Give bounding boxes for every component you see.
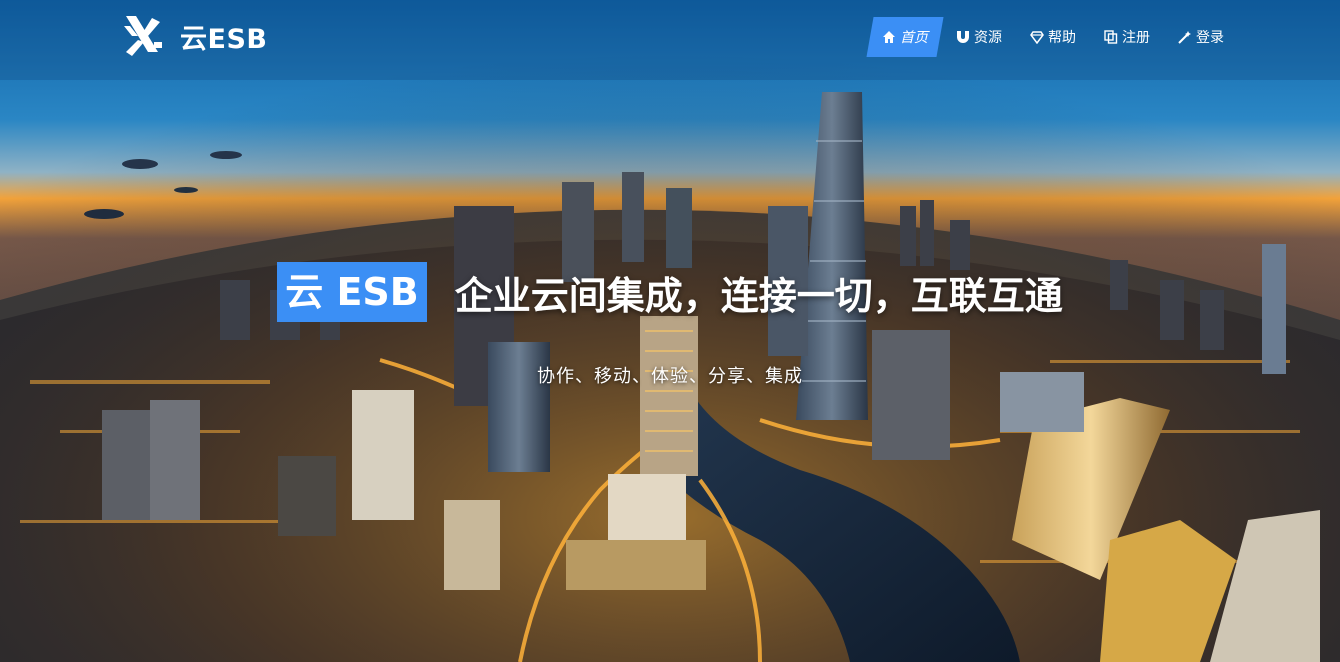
hero-badge: 云 ESB bbox=[277, 262, 427, 322]
hero-headline: 云 ESB 企业云间集成，连接一切，互联互通 bbox=[277, 262, 1063, 322]
nav-item-help[interactable]: 帮助 bbox=[1018, 17, 1088, 57]
hero-headline-text: 企业云间集成，连接一切，互联互通 bbox=[454, 273, 1063, 318]
esb-cross-icon bbox=[124, 16, 162, 56]
site-header: 云ESB 首页 资源 帮助 注册 登录 bbox=[0, 0, 1340, 76]
hero-section: 云 ESB 企业云间集成，连接一切，互联互通 协作、移动、体验、分享、集成 bbox=[0, 262, 1340, 388]
nav-item-login[interactable]: 登录 bbox=[1166, 17, 1236, 57]
copy-icon bbox=[1104, 30, 1118, 44]
hero-subline: 协作、移动、体验、分享、集成 bbox=[537, 366, 803, 387]
diamond-icon bbox=[1030, 31, 1044, 44]
brand-name: 云ESB bbox=[180, 23, 268, 55]
nav-label-login: 登录 bbox=[1196, 30, 1224, 46]
nav-label-help: 帮助 bbox=[1048, 30, 1076, 46]
nav-label-resources: 资源 bbox=[974, 30, 1002, 46]
nav-item-register[interactable]: 注册 bbox=[1092, 17, 1162, 57]
main-nav: 首页 资源 帮助 注册 登录 bbox=[866, 17, 1236, 57]
magic-wand-icon bbox=[1178, 31, 1191, 44]
nav-label-home: 首页 bbox=[900, 30, 928, 46]
landing-page: 云ESB 首页 资源 帮助 注册 登录 云 ESB 企业云间集成，连接一切，互联… bbox=[0, 0, 1340, 662]
home-icon bbox=[883, 31, 895, 43]
nav-item-resources[interactable]: 资源 bbox=[944, 17, 1014, 57]
brand-logo[interactable]: 云ESB bbox=[118, 12, 267, 60]
nav-item-home[interactable]: 首页 bbox=[866, 17, 944, 57]
nav-label-register: 注册 bbox=[1122, 30, 1150, 46]
magnet-icon bbox=[957, 31, 969, 43]
